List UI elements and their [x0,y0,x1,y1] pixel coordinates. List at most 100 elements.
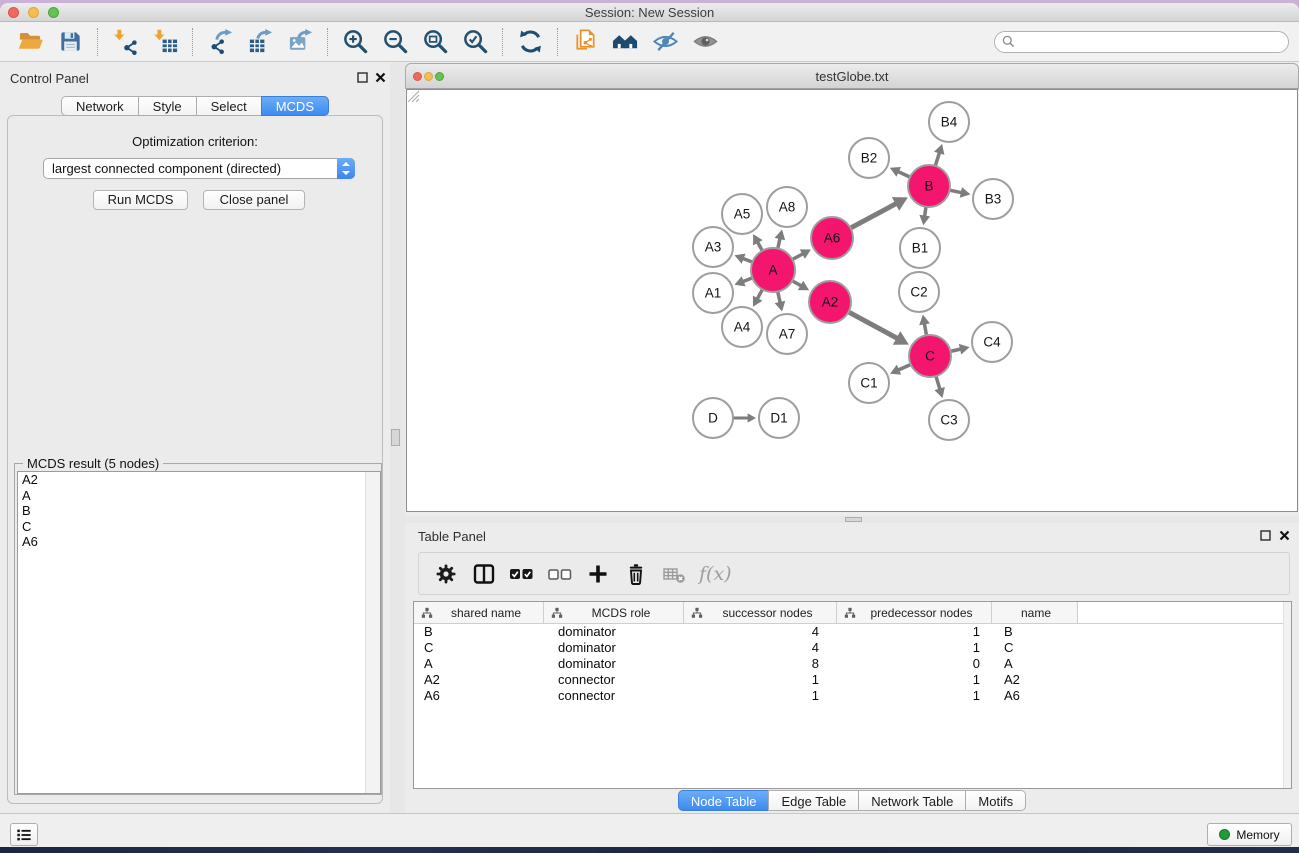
save-session-button[interactable] [50,24,90,60]
delete-table-button[interactable] [655,555,693,593]
select-all-button[interactable] [503,555,541,593]
search-input[interactable] [1015,33,1288,51]
memory-button[interactable]: Memory [1207,823,1292,846]
node-table: shared name MCDS role successor nodes pr… [413,601,1292,789]
tab-edge-table[interactable]: Edge Table [768,790,859,811]
close-panel-icon[interactable] [375,72,386,83]
svg-text:B1: B1 [912,241,929,256]
graph-node-B2[interactable]: B2 [849,138,889,178]
minimize-window-button[interactable] [28,7,39,18]
task-history-button[interactable] [10,823,38,846]
desktop: Session: New Session [0,0,1299,853]
hide-selected-button[interactable] [645,24,685,60]
graph-node-A4[interactable]: A4 [722,307,762,347]
column-header-name[interactable]: name [992,602,1078,623]
show-columns-button[interactable] [465,555,503,593]
graph-node-B1[interactable]: B1 [900,228,940,268]
add-column-button[interactable] [579,555,617,593]
show-all-button[interactable] [685,24,725,60]
graph-node-A5[interactable]: A5 [722,194,762,234]
tab-style[interactable]: Style [138,96,197,116]
main-toolbar [0,22,1299,62]
graph-node-D[interactable]: D [693,398,733,438]
tab-network-table[interactable]: Network Table [858,790,966,811]
optimization-criterion-select[interactable]: largest connected component (directed) [43,158,355,179]
vertical-splitter-handle[interactable] [391,429,400,446]
refresh-button[interactable] [510,24,550,60]
import-network-button[interactable] [105,24,145,60]
table-row[interactable]: Bdominator41B [414,624,1291,640]
memory-label: Memory [1236,828,1279,842]
graph-node-A2[interactable]: A2 [809,281,851,323]
tab-mcds[interactable]: MCDS [261,96,329,116]
graph-node-A1[interactable]: A1 [693,273,733,313]
deselect-all-button[interactable] [541,555,579,593]
delete-column-button[interactable] [617,555,655,593]
list-scrollbar[interactable] [365,472,380,793]
horizontal-splitter-handle[interactable] [845,517,862,522]
table-scrollbar[interactable] [1283,602,1291,788]
graph-node-C[interactable]: C [909,335,951,377]
tab-network[interactable]: Network [61,96,139,116]
float-panel-icon[interactable] [1260,530,1271,541]
close-panel-button[interactable]: Close panel [203,190,305,210]
table-row[interactable]: Cdominator41C [414,640,1291,656]
clone-network-button[interactable] [565,24,605,60]
export-network-button[interactable] [200,24,240,60]
float-panel-icon[interactable] [357,72,368,83]
network-title: testGlobe.txt [816,69,889,84]
resize-grip-icon[interactable] [407,90,420,103]
zoom-fit-button[interactable] [415,24,455,60]
import-table-button[interactable] [145,24,185,60]
mcds-result-item[interactable]: C [18,519,380,535]
tab-select[interactable]: Select [196,96,262,116]
zoom-out-button[interactable] [375,24,415,60]
column-header-mcds-role[interactable]: MCDS role [544,602,684,623]
run-mcds-button[interactable]: Run MCDS [93,190,188,210]
graph-node-B[interactable]: B [908,165,950,207]
graph-node-D1[interactable]: D1 [759,398,799,438]
zoom-view-button[interactable] [435,72,444,81]
graph-node-A7[interactable]: A7 [767,314,807,354]
column-header-predecessor-nodes[interactable]: predecessor nodes [837,602,992,623]
network-graph[interactable]: A A1 A3 A4 A5 A7 A8A6 A2 B B1 B2 B3B4 C C1 C2 C3C4 D D1 [407,90,1297,511]
graph-node-A[interactable]: A [751,248,795,292]
function-builder-button[interactable]: f(x) [693,563,732,585]
graph-node-A6[interactable]: A6 [811,217,853,259]
mcds-result-item[interactable]: A2 [18,472,380,488]
column-header-shared-name[interactable]: shared name [414,602,544,623]
graph-node-C4[interactable]: C4 [972,322,1012,362]
mcds-result-item[interactable]: B [18,503,380,519]
zoom-window-button[interactable] [48,7,59,18]
tab-node-table[interactable]: Node Table [678,790,770,811]
graph-node-C1[interactable]: C1 [849,363,889,403]
mcds-result-item[interactable]: A [18,488,380,504]
export-image-button[interactable] [280,24,320,60]
network-canvas[interactable]: A A1 A3 A4 A5 A7 A8A6 A2 B B1 B2 B3B4 C C1 C2 C3C4 D D1 [406,89,1298,512]
search-field[interactable] [994,31,1289,53]
graph-node-B3[interactable]: B3 [973,179,1013,219]
zoom-in-button[interactable] [335,24,375,60]
graph-node-C2[interactable]: C2 [899,272,939,312]
mcds-result-item[interactable]: A6 [18,534,380,550]
graph-node-A3[interactable]: A3 [693,227,733,267]
graph-node-C3[interactable]: C3 [929,400,969,440]
refresh-icon [517,28,544,55]
tab-motifs[interactable]: Motifs [965,790,1026,811]
open-file-button[interactable] [10,24,50,60]
close-panel-icon[interactable] [1279,530,1290,541]
table-row[interactable]: A2connector11A2 [414,672,1291,688]
table-row[interactable]: Adominator80A [414,656,1291,672]
close-view-button[interactable] [413,72,422,81]
table-settings-button[interactable] [427,555,465,593]
table-row[interactable]: A6connector11A6 [414,688,1291,704]
graph-node-B4[interactable]: B4 [929,102,969,142]
export-table-button[interactable] [240,24,280,60]
graph-node-A8[interactable]: A8 [767,187,807,227]
column-header-successor-nodes[interactable]: successor nodes [684,602,837,623]
home-button[interactable] [605,24,645,60]
minimize-view-button[interactable] [424,72,433,81]
zoom-selected-button[interactable] [455,24,495,60]
close-window-button[interactable] [8,7,19,18]
edge-arrowhead [919,215,930,225]
